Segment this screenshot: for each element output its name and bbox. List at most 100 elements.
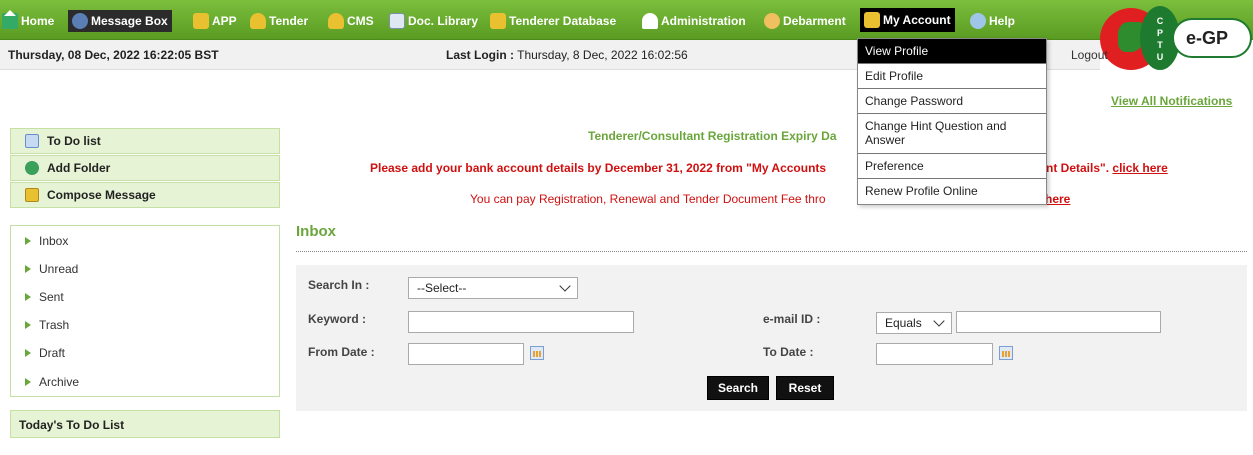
admin-icon bbox=[642, 13, 658, 29]
chevron-right-icon bbox=[25, 237, 31, 245]
nav-home-label: Home bbox=[21, 14, 55, 28]
folder-trash-label: Trash bbox=[39, 318, 70, 332]
folder-archive[interactable]: Archive bbox=[25, 375, 79, 389]
folder-draft[interactable]: Draft bbox=[25, 346, 65, 360]
compose-message-label: Compose Message bbox=[47, 188, 156, 202]
bank-details-click-here-link[interactable]: click here bbox=[1112, 161, 1167, 175]
todo-list-button[interactable]: To Do list bbox=[10, 128, 280, 154]
calendar-icon[interactable] bbox=[530, 346, 544, 360]
last-login: Last Login : Thursday, 8 Dec, 2022 16:02… bbox=[446, 48, 688, 62]
nav-message-box-label: Message Box bbox=[91, 14, 168, 28]
chevron-down-icon bbox=[933, 315, 945, 327]
debarment-icon bbox=[764, 13, 780, 29]
bank-details-text-end: nt Details". bbox=[1046, 161, 1110, 175]
my-account-dropdown: View Profile Edit Profile Change Passwor… bbox=[857, 38, 1047, 205]
todo-list-icon bbox=[25, 134, 39, 148]
home-icon bbox=[2, 10, 18, 29]
egp-wordmark: e-GP bbox=[1172, 18, 1252, 58]
compose-icon bbox=[25, 188, 39, 202]
account-icon bbox=[864, 12, 880, 28]
app-icon bbox=[193, 13, 209, 29]
from-date-input[interactable] bbox=[408, 343, 524, 365]
bank-details-notice: Please add your bank account details by … bbox=[370, 161, 826, 175]
payment-here-link[interactable]: here bbox=[1045, 192, 1070, 206]
nav-app[interactable]: APP bbox=[193, 10, 237, 32]
bank-details-text: Please add your bank account details by … bbox=[370, 161, 827, 175]
nav-help[interactable]: Help bbox=[970, 10, 1015, 32]
logout-link[interactable]: Logout bbox=[1071, 48, 1108, 62]
compose-message-button[interactable]: Compose Message bbox=[10, 182, 280, 208]
nav-my-account-label: My Account bbox=[883, 13, 951, 27]
last-login-label: Last Login : bbox=[446, 48, 514, 62]
folder-list: Inbox Unread Sent Trash Draft Archive bbox=[10, 225, 280, 397]
menu-edit-profile[interactable]: Edit Profile bbox=[858, 64, 1046, 89]
email-match-value: Equals bbox=[885, 316, 922, 330]
menu-change-hint-question[interactable]: Change Hint Question and Answer bbox=[858, 114, 1046, 154]
nav-home[interactable]: Home bbox=[2, 10, 54, 32]
email-id-label: e-mail ID : bbox=[763, 312, 821, 326]
nav-doc-library-label: Doc. Library bbox=[408, 14, 479, 28]
nav-my-account[interactable]: My Account bbox=[860, 8, 955, 32]
database-icon bbox=[490, 13, 506, 29]
nav-tender[interactable]: Tender bbox=[250, 10, 308, 32]
keyword-label: Keyword : bbox=[308, 312, 367, 326]
menu-preference[interactable]: Preference bbox=[858, 154, 1046, 179]
folder-trash[interactable]: Trash bbox=[25, 318, 69, 332]
payment-notice-end: here bbox=[1045, 192, 1070, 206]
message-icon bbox=[72, 13, 88, 29]
calendar-icon[interactable] bbox=[999, 346, 1013, 360]
from-date-label: From Date : bbox=[308, 345, 375, 359]
email-id-input[interactable] bbox=[956, 311, 1161, 333]
nav-doc-library[interactable]: Doc. Library bbox=[389, 10, 478, 32]
top-navigation-bar: Home Message Box APP Tender CMS Doc. Lib… bbox=[0, 0, 1253, 40]
nav-help-label: Help bbox=[989, 14, 1016, 28]
search-button[interactable]: Search bbox=[707, 376, 769, 400]
to-date-input[interactable] bbox=[876, 343, 993, 365]
reset-button[interactable]: Reset bbox=[776, 376, 834, 400]
nav-app-label: APP bbox=[212, 14, 237, 28]
bank-details-notice-end: nt Details". click here bbox=[1046, 161, 1168, 175]
search-in-value: --Select-- bbox=[417, 281, 467, 295]
chevron-right-icon bbox=[25, 293, 31, 301]
cms-icon bbox=[328, 13, 344, 29]
folder-sent-label: Sent bbox=[39, 290, 64, 304]
search-in-label: Search In : bbox=[308, 278, 370, 292]
folder-unread[interactable]: Unread bbox=[25, 262, 78, 276]
folder-sent[interactable]: Sent bbox=[25, 290, 64, 304]
keyword-input[interactable] bbox=[408, 311, 634, 333]
nav-tenderer-database-label: Tenderer Database bbox=[509, 14, 617, 28]
inbox-search-panel: Search In : --Select-- Keyword : e-mail … bbox=[296, 265, 1247, 411]
nav-message-box[interactable]: Message Box bbox=[68, 10, 172, 32]
add-folder-icon bbox=[25, 161, 39, 175]
last-login-value: Thursday, 8 Dec, 2022 16:02:56 bbox=[514, 48, 688, 62]
egp-logo[interactable]: CPTU e-GP bbox=[1098, 0, 1253, 100]
nav-tenderer-database[interactable]: Tenderer Database bbox=[490, 10, 616, 32]
chevron-down-icon bbox=[559, 280, 571, 292]
document-icon bbox=[389, 13, 405, 29]
chevron-right-icon bbox=[25, 265, 31, 273]
add-folder-button[interactable]: Add Folder bbox=[10, 155, 280, 181]
folder-inbox[interactable]: Inbox bbox=[25, 234, 68, 248]
view-all-notifications-link[interactable]: View All Notifications bbox=[1111, 94, 1232, 108]
search-in-select[interactable]: --Select-- bbox=[408, 277, 578, 299]
folder-inbox-label: Inbox bbox=[39, 234, 69, 248]
add-folder-label: Add Folder bbox=[47, 161, 111, 175]
nav-debarment[interactable]: Debarment bbox=[764, 10, 846, 32]
nav-cms[interactable]: CMS bbox=[328, 10, 374, 32]
payment-notice-text: You can pay Registration, Renewal and Te… bbox=[470, 192, 826, 206]
menu-view-profile[interactable]: View Profile bbox=[858, 39, 1046, 64]
folder-unread-label: Unread bbox=[39, 262, 79, 276]
payment-notice: You can pay Registration, Renewal and Te… bbox=[470, 192, 826, 206]
chevron-right-icon bbox=[25, 349, 31, 357]
todays-todo-list[interactable]: Today's To Do List bbox=[10, 410, 280, 438]
nav-tender-label: Tender bbox=[269, 14, 309, 28]
email-match-select[interactable]: Equals bbox=[876, 312, 952, 334]
title-divider bbox=[296, 251, 1247, 252]
nav-debarment-label: Debarment bbox=[783, 14, 846, 28]
todo-list-label: To Do list bbox=[47, 134, 101, 148]
chevron-right-icon bbox=[25, 321, 31, 329]
nav-administration[interactable]: Administration bbox=[642, 10, 746, 32]
menu-change-password[interactable]: Change Password bbox=[858, 89, 1046, 114]
tender-icon bbox=[250, 13, 266, 29]
menu-renew-profile-online[interactable]: Renew Profile Online bbox=[858, 179, 1046, 204]
